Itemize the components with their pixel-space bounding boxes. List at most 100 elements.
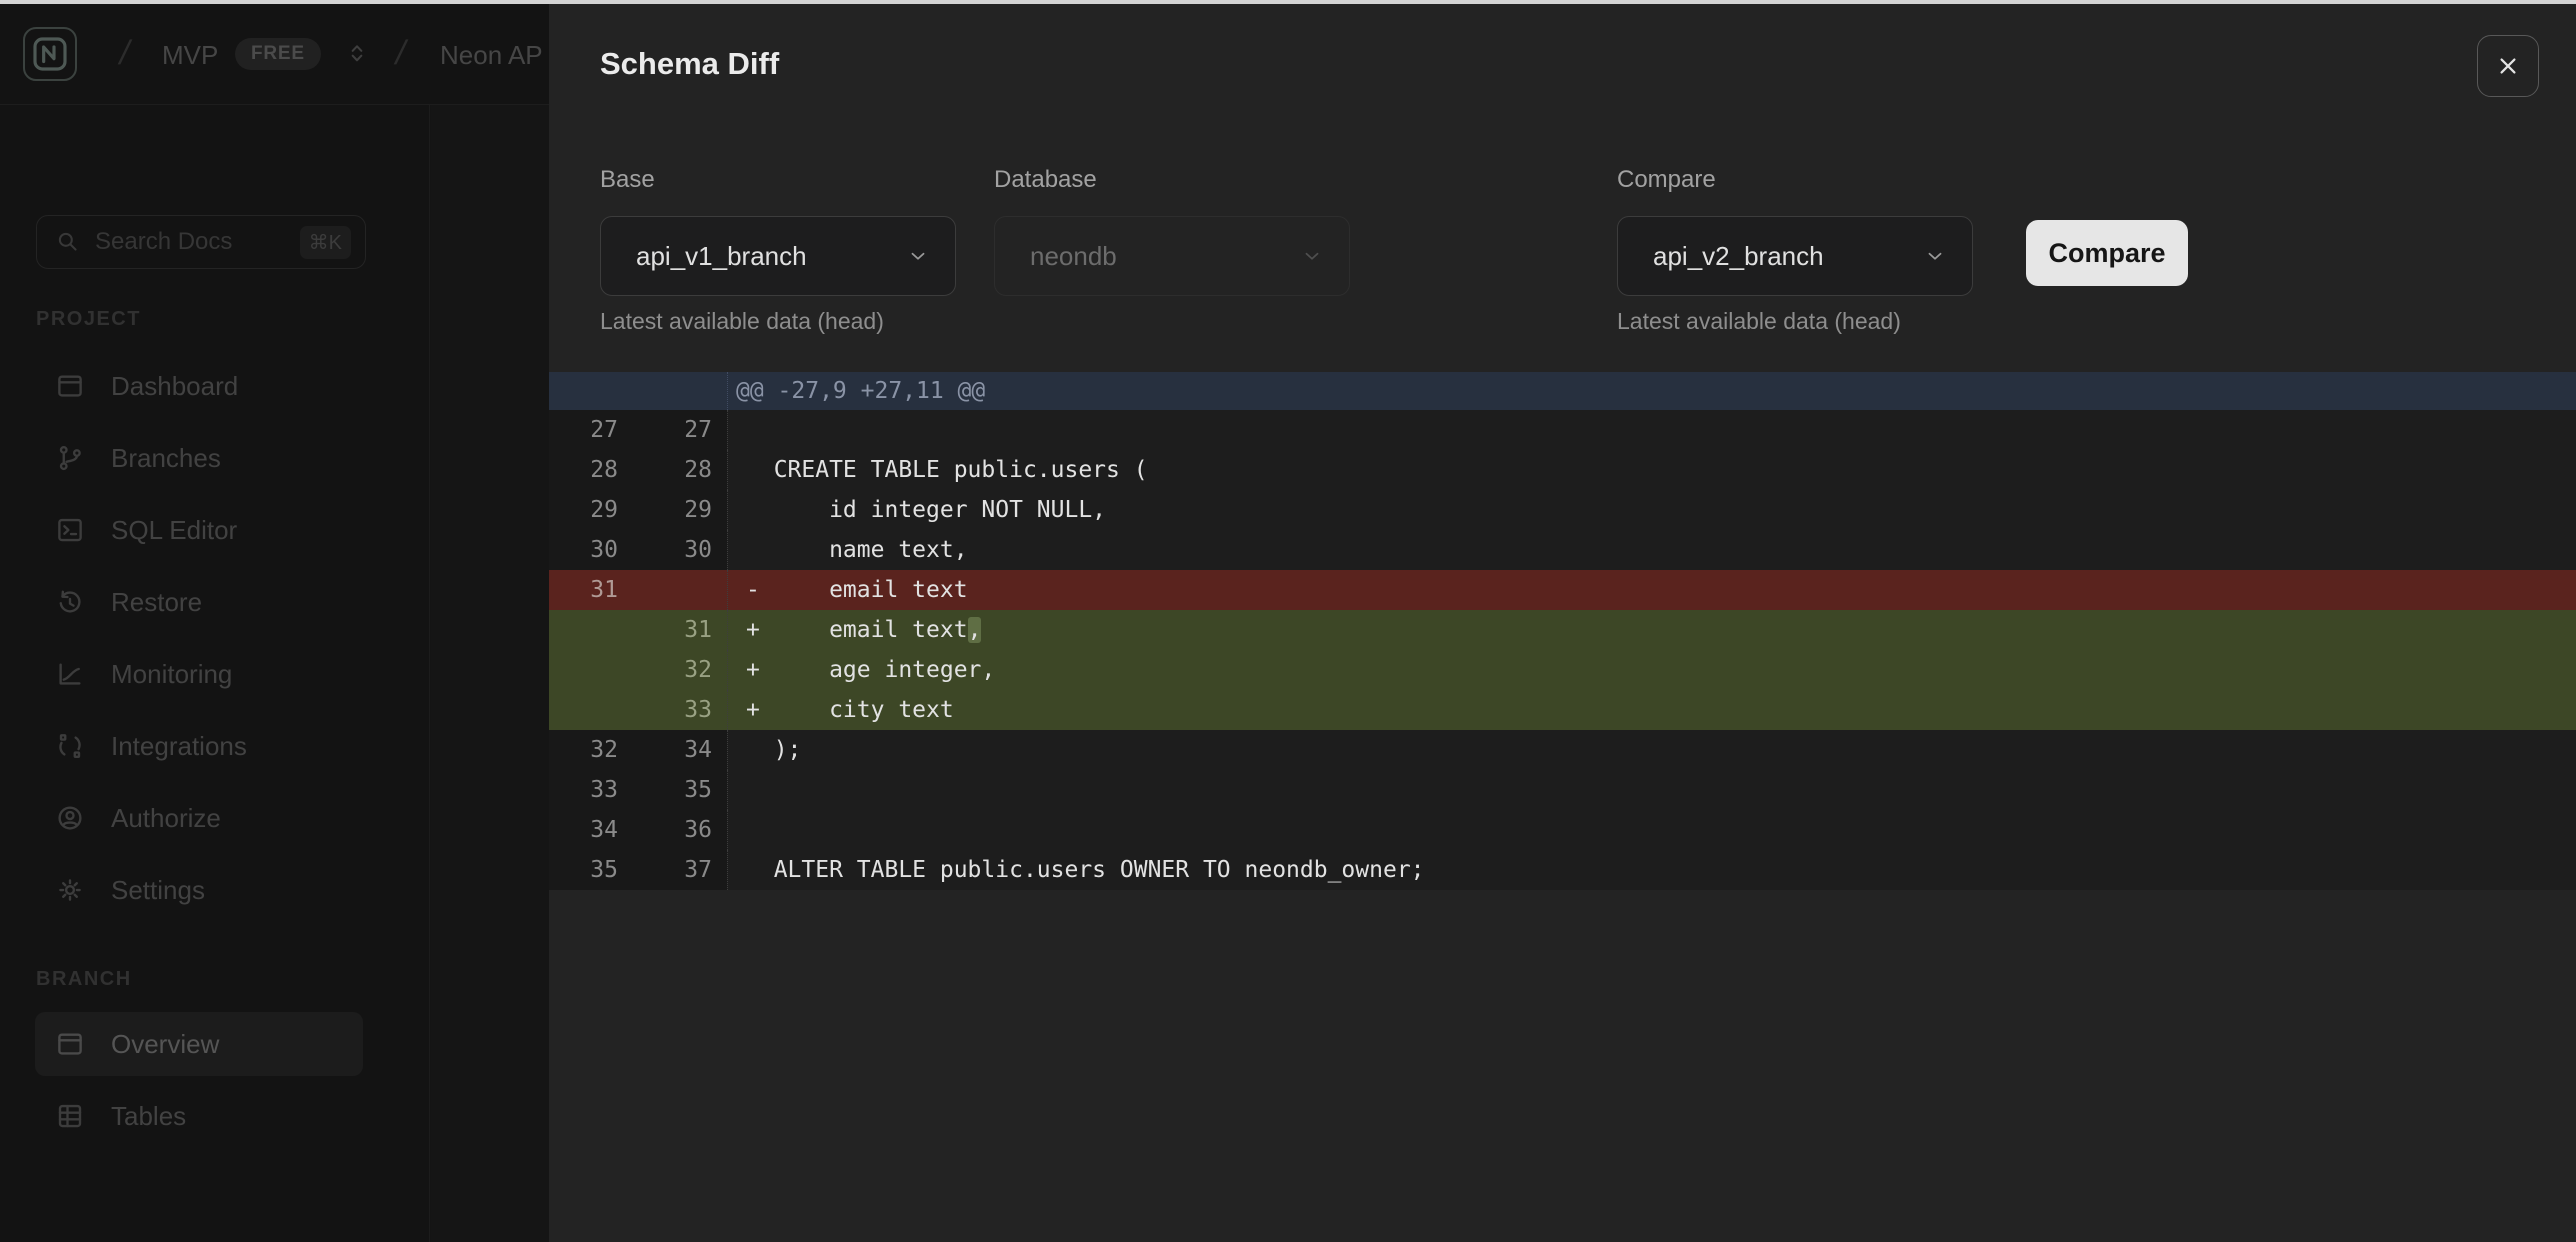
plan-badge: FREE: [235, 38, 321, 70]
diff-line: 32+ age integer,: [549, 650, 2576, 690]
search-placeholder: Search Docs: [95, 228, 300, 256]
breadcrumb-org[interactable]: MVP: [162, 40, 218, 71]
sidebar-item-label: Monitoring: [111, 659, 232, 690]
diff-line: 31 - email text: [549, 570, 2576, 610]
sidebar-item-settings[interactable]: Settings: [35, 858, 363, 922]
sidebar-item-label: Tables: [111, 1101, 186, 1132]
sidebar-item-label: Restore: [111, 587, 202, 618]
diff-line-code: + age integer,: [727, 650, 2576, 690]
diff-line-code: CREATE TABLE public.users (: [727, 450, 2576, 490]
diff-line-code: id integer NOT NULL,: [727, 490, 2576, 530]
integrations-icon: [55, 731, 85, 761]
topbar: / MVP FREE / Neon AP: [0, 4, 549, 105]
new-line-number: 37: [625, 850, 727, 890]
compare-label: Compare: [1617, 166, 1716, 194]
diff-line: 2727: [549, 410, 2576, 450]
monitoring-icon: [55, 659, 85, 689]
breadcrumb-separator: /: [116, 34, 134, 73]
diff-line-code: name text,: [727, 530, 2576, 570]
diff-line-code: + city text: [727, 690, 2576, 730]
old-line-number: [549, 650, 625, 690]
diff-line-code: [727, 410, 2576, 450]
close-button[interactable]: [2477, 35, 2539, 97]
old-line-number: 28: [549, 450, 625, 490]
chevron-down-icon: [1924, 245, 1946, 267]
sidebar-item-branches[interactable]: Branches: [35, 426, 363, 490]
new-line-number: 36: [625, 810, 727, 850]
chevron-down-icon: [907, 245, 929, 267]
new-line-number: 32: [625, 650, 727, 690]
sidebar-item-sql-editor[interactable]: SQL Editor: [35, 498, 363, 562]
base-branch-value: api_v1_branch: [636, 241, 907, 272]
base-branch-select[interactable]: api_v1_branch: [600, 216, 956, 296]
search-icon: [55, 229, 81, 255]
authorize-icon: [55, 803, 85, 833]
sidebar-item-label: Branches: [111, 443, 221, 474]
section-label-project: PROJECT: [36, 308, 141, 331]
sidebar-item-tables[interactable]: Tables: [35, 1084, 363, 1148]
new-line-number: 31: [625, 610, 727, 650]
old-line-number: 34: [549, 810, 625, 850]
diff-line-code: ALTER TABLE public.users OWNER TO neondb…: [727, 850, 2576, 890]
database-select[interactable]: neondb: [994, 216, 1350, 296]
new-line-number: 28: [625, 450, 727, 490]
new-line-number: 34: [625, 730, 727, 770]
diff-line: 2828 CREATE TABLE public.users (: [549, 450, 2576, 490]
old-line-number: 29: [549, 490, 625, 530]
chevron-updown-icon[interactable]: [344, 40, 370, 66]
compare-branch-select[interactable]: api_v2_branch: [1617, 216, 1973, 296]
base-label: Base: [600, 166, 655, 194]
schema-diff-viewer: @@ -27,9 +27,11 @@ 2727 2828 CREATE TABL…: [549, 372, 2576, 890]
diff-line: 31+ email text,: [549, 610, 2576, 650]
section-label-branch: BRANCH: [36, 968, 132, 991]
new-line-number: [625, 570, 727, 610]
sql-editor-icon: [55, 515, 85, 545]
compare-branch-value: api_v2_branch: [1653, 241, 1924, 272]
sidebar-item-label: Overview: [111, 1029, 219, 1060]
chevron-down-icon: [1301, 245, 1323, 267]
dimmed-app-background: / MVP FREE / Neon AP Search Docs ⌘K PROJ…: [0, 0, 549, 1242]
sidebar-item-restore[interactable]: Restore: [35, 570, 363, 634]
sidebar-item-authorize[interactable]: Authorize: [35, 786, 363, 850]
schema-diff-modal: Schema Diff Base Database Compare api_v1…: [549, 4, 2576, 1242]
diff-line: 3436: [549, 810, 2576, 850]
sidebar-item-integrations[interactable]: Integrations: [35, 714, 363, 778]
database-label: Database: [994, 166, 1097, 194]
tables-icon: [55, 1101, 85, 1131]
sidebar-item-label: Settings: [111, 875, 205, 906]
diff-line: 2929 id integer NOT NULL,: [549, 490, 2576, 530]
neon-logo[interactable]: [23, 27, 77, 81]
search-docs-input[interactable]: Search Docs ⌘K: [36, 215, 366, 269]
diff-line-code: [727, 810, 2576, 850]
overview-icon: [55, 1029, 85, 1059]
breadcrumb-project[interactable]: Neon AP: [440, 40, 543, 71]
compare-button[interactable]: Compare: [2026, 220, 2188, 286]
sidebar: Search Docs ⌘K PROJECT Dashboard Branches S…: [0, 105, 430, 1242]
compare-helper-text: Latest available data (head): [1617, 308, 1901, 335]
close-icon: [2494, 52, 2522, 80]
new-line-number: 29: [625, 490, 727, 530]
diff-line-code: - email text: [727, 570, 2576, 610]
sidebar-item-label: SQL Editor: [111, 515, 237, 546]
gear-icon: [55, 875, 85, 905]
diff-lines: 2727 2828 CREATE TABLE public.users (292…: [549, 410, 2576, 890]
old-line-number: 31: [549, 570, 625, 610]
branches-icon: [55, 443, 85, 473]
sidebar-item-overview[interactable]: Overview: [35, 1012, 363, 1076]
diff-line: 3537 ALTER TABLE public.users OWNER TO n…: [549, 850, 2576, 890]
neon-console-page: / MVP FREE / Neon AP Search Docs ⌘K PROJ…: [0, 0, 2576, 1242]
diff-line-code: + email text,: [727, 610, 2576, 650]
base-helper-text: Latest available data (head): [600, 308, 884, 335]
sidebar-item-monitoring[interactable]: Monitoring: [35, 642, 363, 706]
new-line-number: 33: [625, 690, 727, 730]
old-line-number: 30: [549, 530, 625, 570]
top-edge-line: [0, 0, 2576, 4]
inline-diff-highlight: ,: [968, 617, 982, 643]
breadcrumb-separator: /: [392, 34, 410, 73]
sidebar-item-dashboard[interactable]: Dashboard: [35, 354, 363, 418]
keyboard-shortcut-badge: ⌘K: [300, 226, 351, 259]
old-line-number: [549, 690, 625, 730]
restore-icon: [55, 587, 85, 617]
diff-line: 3030 name text,: [549, 530, 2576, 570]
occluded-page-content: ap Com: [431, 105, 549, 1242]
